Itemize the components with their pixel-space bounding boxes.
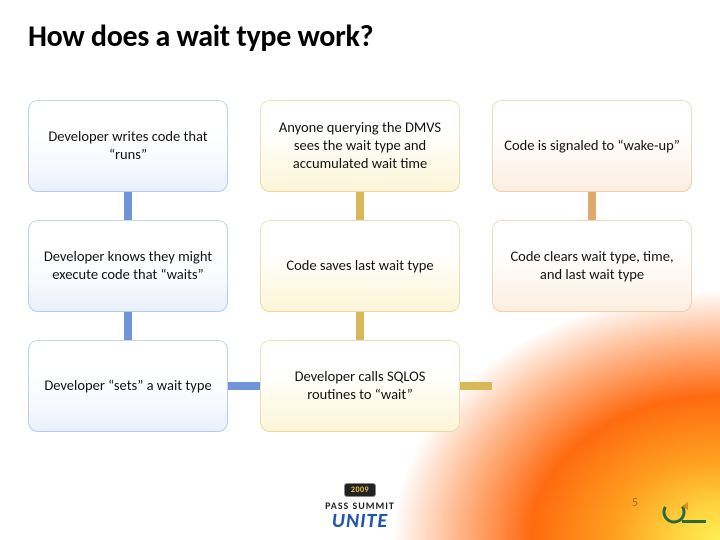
cell-r1c0-wrap: Developer knows they might execute code … bbox=[28, 220, 228, 312]
connector-down-icon bbox=[356, 192, 364, 220]
connector-right-icon bbox=[228, 382, 260, 390]
cell-r0c2: Code is signaled to “wake-up” bbox=[492, 100, 692, 192]
connector-down-icon bbox=[124, 192, 132, 220]
cell-r2c1-wrap: Developer calls SQLOS routines to “wait” bbox=[260, 340, 460, 432]
cell-r2c2-empty bbox=[492, 340, 692, 432]
footer-year-badge: 2009 bbox=[344, 483, 376, 497]
connector-down-icon bbox=[588, 192, 596, 220]
cell-r0c2-wrap: Code is signaled to “wake-up” bbox=[492, 100, 692, 192]
cell-r1c2: Code clears wait type, time, and last wa… bbox=[492, 220, 692, 312]
cell-r2c0: Developer “sets” a wait type bbox=[28, 340, 228, 432]
cell-r1c1-wrap: Code saves last wait type bbox=[260, 220, 460, 312]
slide: How does a wait type work? Developer wri… bbox=[0, 0, 720, 540]
diagram-grid: Developer writes code that “runs” Anyone… bbox=[28, 100, 692, 432]
cell-r1c1: Code saves last wait type bbox=[260, 220, 460, 312]
connector-down-icon bbox=[356, 312, 364, 340]
cell-r1c2-wrap: Code clears wait type, time, and last wa… bbox=[492, 220, 692, 312]
connector-down-icon bbox=[124, 312, 132, 340]
cell-r2c0-wrap: Developer “sets” a wait type bbox=[28, 340, 228, 432]
slide-title: How does a wait type work? bbox=[28, 18, 373, 55]
cell-r0c1-wrap: Anyone querying the DMVS sees the wait t… bbox=[260, 100, 460, 192]
cell-r0c0: Developer writes code that “runs” bbox=[28, 100, 228, 192]
cell-r0c0-wrap: Developer writes code that “runs” bbox=[28, 100, 228, 192]
pass-logo-icon bbox=[662, 498, 708, 526]
footer-logo: 2009 PASS SUMMIT UNITE bbox=[285, 478, 435, 530]
cell-r1c0: Developer knows they might execute code … bbox=[28, 220, 228, 312]
cell-r2c1: Developer calls SQLOS routines to “wait” bbox=[260, 340, 460, 432]
page-number: 5 bbox=[632, 496, 638, 510]
footer-unite-text: UNITE bbox=[285, 512, 435, 530]
cell-r0c1: Anyone querying the DMVS sees the wait t… bbox=[260, 100, 460, 192]
connector-right-icon bbox=[460, 382, 492, 390]
